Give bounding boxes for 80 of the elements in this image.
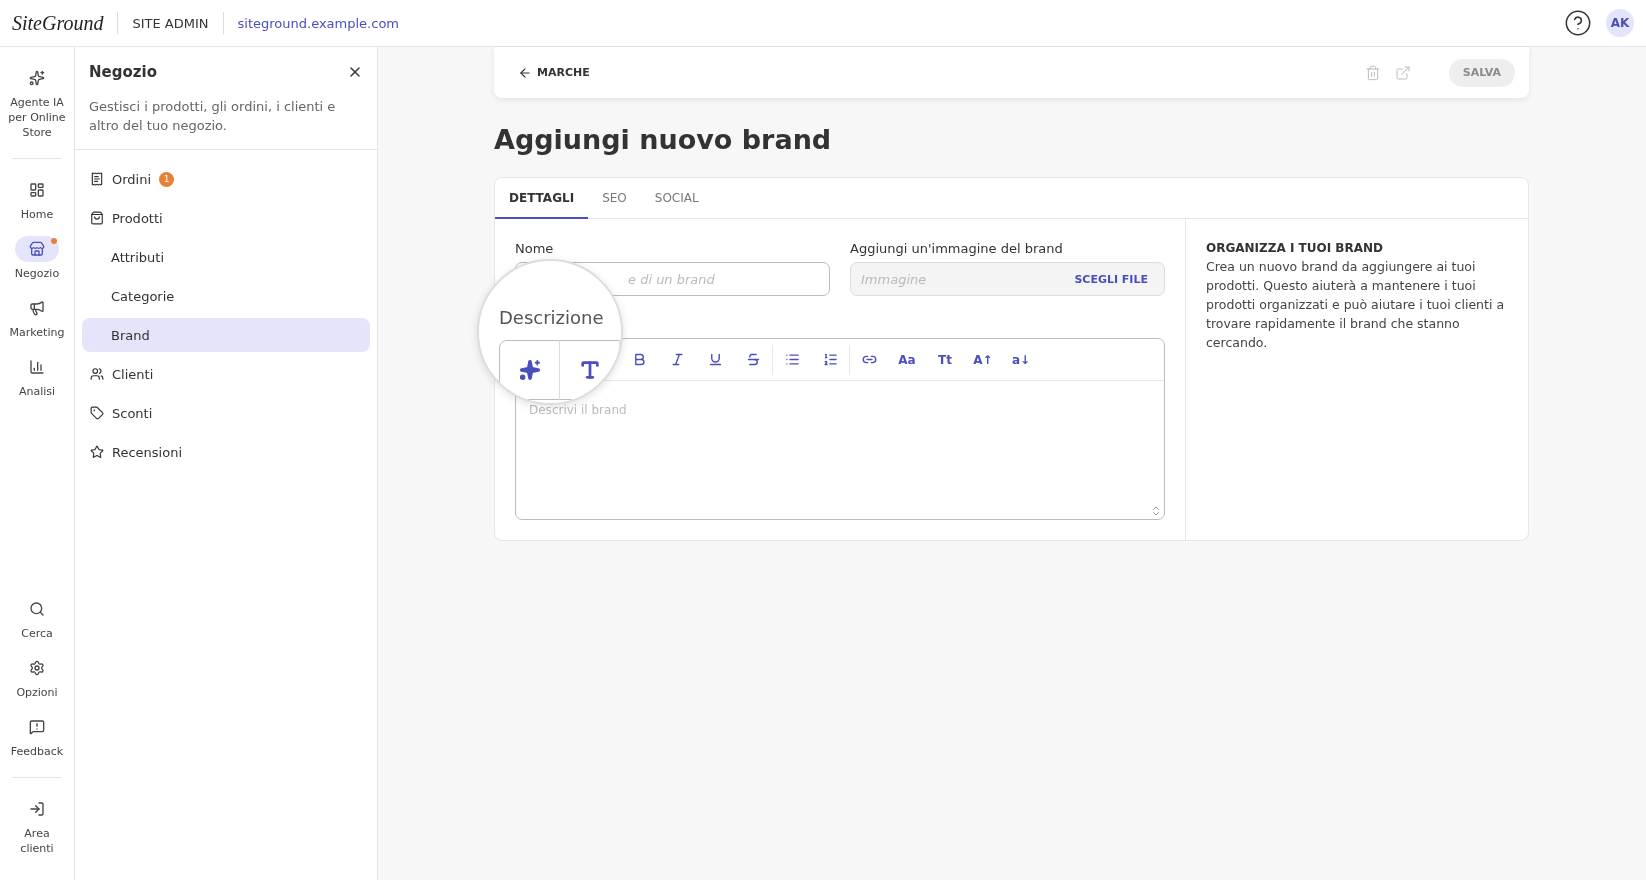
- panel-title: Negozio: [89, 63, 157, 81]
- choose-file-button[interactable]: SCEGLI FILE: [1068, 271, 1154, 287]
- rail-item[interactable]: Marketing: [2, 295, 72, 340]
- format-button[interactable]: A↑: [964, 344, 1002, 375]
- field-label: Nome: [515, 241, 555, 256]
- rail-label: Area clienti: [19, 826, 55, 856]
- rail-item[interactable]: Analisi: [2, 354, 72, 399]
- sidebar-item[interactable]: Prodotti: [82, 201, 370, 235]
- tag-icon: [90, 406, 104, 420]
- image-field[interactable]: Immagine SCEGLI FILE: [850, 262, 1165, 296]
- megaphone-icon: [29, 300, 45, 316]
- rail-label: Agente IA per Online Store: [7, 95, 67, 140]
- tab[interactable]: SOCIAL: [640, 178, 713, 219]
- rail-label: Feedback: [10, 744, 64, 759]
- sidebar-item[interactable]: Clienti: [82, 357, 370, 391]
- sidebar-subitem[interactable]: Brand: [82, 318, 370, 352]
- sidebar-item[interactable]: Recensioni: [82, 435, 370, 469]
- store-icon: [29, 241, 45, 257]
- count-badge: 1: [159, 171, 175, 187]
- sidebar-item[interactable]: Ordini 1: [82, 162, 370, 196]
- rail-item[interactable]: Negozio: [2, 236, 72, 281]
- rail-item[interactable]: Feedback: [2, 714, 72, 759]
- sidebar-item[interactable]: Sconti: [82, 396, 370, 430]
- sign-in-icon: [29, 801, 45, 817]
- underline-icon: [707, 352, 723, 367]
- sidebar-label: Ordini: [112, 171, 152, 187]
- tab[interactable]: SEO: [588, 178, 641, 219]
- sparkles-icon: [29, 70, 45, 86]
- numbered-list-icon: [822, 352, 838, 367]
- sidebar-subitem[interactable]: Attributi: [82, 240, 370, 274]
- panel-description: Gestisci i prodotti, gli ordini, i clienti e altro del tuo negozio.: [89, 98, 337, 135]
- text-size-icon[interactable]: [578, 359, 601, 381]
- sidebar-label: Sconti: [112, 405, 153, 421]
- feedback-icon: [29, 719, 45, 735]
- settings-icon: [29, 660, 45, 676]
- rail-label: Negozio: [14, 266, 60, 281]
- search-icon: [29, 601, 45, 617]
- star-icon: [90, 445, 104, 459]
- format-button[interactable]: Aa: [888, 344, 926, 375]
- receipt-icon: [90, 172, 104, 186]
- strikethrough-icon: [745, 352, 761, 367]
- section-label: SITE ADMIN: [132, 15, 209, 31]
- rail-label: Home: [20, 207, 54, 222]
- editor-placeholder: Descrivi il brand: [529, 403, 628, 417]
- rail-item[interactable]: Home: [2, 177, 72, 222]
- rail-label: Opzioni: [16, 685, 58, 700]
- rail-item[interactable]: Opzioni: [2, 655, 72, 700]
- tab[interactable]: DETTAGLI: [495, 178, 589, 219]
- rail-item[interactable]: Area clienti: [2, 796, 72, 856]
- avatar[interactable]: AK: [1606, 9, 1634, 37]
- sidebar-label: Recensioni: [112, 444, 183, 460]
- rail-label: Analisi: [18, 384, 56, 399]
- sidebar-label: Clienti: [112, 366, 154, 382]
- field-label: Descrizione: [499, 307, 605, 328]
- back-label: MARCHE: [537, 66, 590, 79]
- field-label: Aggiungi un'immagine del brand: [850, 241, 1064, 256]
- dashboard-icon: [29, 182, 45, 198]
- italic-icon: [669, 352, 685, 367]
- info-title: ORGANIZZA I TUOI BRAND: [1206, 241, 1385, 255]
- resize-icon: [1150, 505, 1162, 517]
- rail-item[interactable]: Agente IA per Online Store: [2, 65, 72, 140]
- sparkle-icon[interactable]: [518, 359, 541, 381]
- help-icon[interactable]: [1564, 9, 1592, 37]
- rail-item[interactable]: Cerca: [2, 596, 72, 641]
- domain-link[interactable]: siteground.example.com: [237, 15, 399, 31]
- back-link[interactable]: MARCHE: [518, 65, 590, 80]
- users-icon: [90, 367, 104, 381]
- rail-label: Cerca: [21, 626, 53, 641]
- bullet-list-icon: [784, 352, 800, 367]
- info-text: Crea un nuovo brand da aggiungere ai tuoi prodotti. Questo aiuterà a mantenere i tuoi prodotti organizzati e può aiutare i tuoi clienti a trovare rapidamente il brand che stanno cercando.: [1206, 258, 1506, 352]
- rail-label: Marketing: [9, 325, 65, 340]
- bar-chart-icon: [29, 359, 45, 375]
- format-button[interactable]: Tt: [926, 344, 964, 375]
- arrow-left-icon: [518, 65, 532, 80]
- page-title: Aggiungi nuovo brand: [494, 124, 833, 155]
- sidebar-label: Prodotti: [112, 210, 163, 226]
- logo[interactable]: SiteGround: [12, 11, 104, 35]
- bag-icon: [90, 211, 104, 225]
- sidebar-subitem[interactable]: Categorie: [82, 279, 370, 313]
- format-button[interactable]: a↓: [1002, 344, 1040, 375]
